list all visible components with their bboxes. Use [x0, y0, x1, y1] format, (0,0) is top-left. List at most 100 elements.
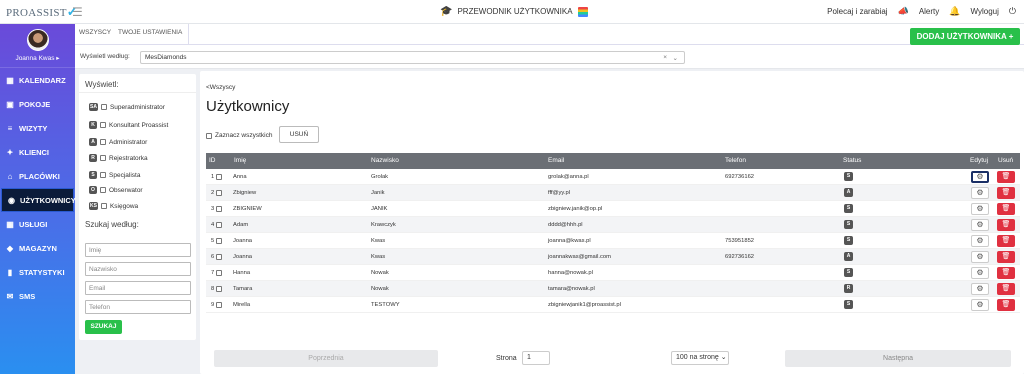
- tab-wszyscy[interactable]: WSZYSCY: [79, 29, 111, 36]
- trash-icon[interactable]: 🗑: [997, 187, 1015, 199]
- row-checkbox[interactable]: [216, 206, 222, 212]
- checkbox[interactable]: [100, 104, 107, 110]
- pagination: Poprzednia Strona 1 100 na stronę ⌄ Nast…: [206, 347, 1020, 369]
- building-icon: ⌂: [7, 171, 13, 181]
- menu-toggle-icon[interactable]: ☰: [72, 5, 83, 19]
- gear-icon[interactable]: ⚙: [971, 235, 989, 247]
- checkbox[interactable]: [100, 155, 106, 161]
- cell-email: joannakwas@gmail.com: [548, 254, 611, 260]
- gear-icon[interactable]: ⚙: [971, 299, 989, 311]
- app-logo[interactable]: PROASSIST✓: [6, 4, 78, 20]
- page-input[interactable]: 1: [522, 351, 550, 365]
- gear-icon[interactable]: ⚙: [971, 187, 989, 199]
- row-checkbox[interactable]: [216, 190, 222, 196]
- trash-icon[interactable]: 🗑: [997, 219, 1015, 231]
- bell-icon[interactable]: 🔔: [949, 6, 960, 17]
- sms-icon: ✉: [6, 291, 14, 301]
- gear-icon[interactable]: ⚙: [971, 283, 989, 295]
- delete-selected-button[interactable]: USUŃ: [279, 126, 319, 143]
- gear-icon[interactable]: ⚙: [971, 267, 989, 279]
- header-name[interactable]: Imię: [234, 157, 246, 164]
- row-checkbox[interactable]: [216, 222, 222, 228]
- status-badge: S: [844, 172, 853, 181]
- add-user-button[interactable]: DODAJ UŻYTKOWNIKA +: [910, 28, 1020, 45]
- avatar[interactable]: [26, 29, 49, 51]
- sidebar-item-sms[interactable]: ✉ SMS: [0, 284, 75, 308]
- row-checkbox[interactable]: [216, 286, 222, 292]
- profile-name[interactable]: Joanna Kwas ▸: [0, 54, 75, 62]
- next-page-button[interactable]: Następna: [785, 350, 1011, 367]
- sidebar-item-wizyty[interactable]: ≡ WIZYTY: [0, 116, 75, 140]
- display-title: Wyświetl:: [85, 80, 119, 89]
- cell-surname: JANIK: [371, 206, 388, 212]
- clear-icon[interactable]: ×: [663, 54, 667, 61]
- gear-icon[interactable]: ⚙: [971, 219, 989, 231]
- row-checkbox[interactable]: [216, 238, 222, 244]
- email-input[interactable]: Email: [85, 281, 191, 295]
- trash-icon[interactable]: 🗑: [997, 283, 1015, 295]
- sidebar-item-statystyki[interactable]: ▮ STATYSTYKI: [0, 260, 75, 284]
- gear-icon[interactable]: ⚙: [971, 203, 989, 215]
- sidebar-item-placowki[interactable]: ⌂ PLACÓWKI: [0, 164, 75, 188]
- filter-label: Wyświetl według:: [80, 53, 130, 60]
- filter-select[interactable]: MesDiamonds × ⌄: [140, 51, 685, 64]
- search-button[interactable]: SZUKAJ: [85, 320, 122, 334]
- checkbox[interactable]: [100, 172, 106, 178]
- sidebar-item-klienci[interactable]: ✦ KLIENCI: [0, 140, 75, 164]
- trash-icon[interactable]: 🗑: [997, 235, 1015, 247]
- checkbox[interactable]: [100, 139, 106, 145]
- checkbox[interactable]: [206, 132, 212, 139]
- profile[interactable]: Joanna Kwas ▸: [0, 24, 75, 68]
- refer-link[interactable]: Polecaj i zarabiaj: [827, 7, 887, 16]
- header-phone[interactable]: Telefon: [725, 157, 746, 164]
- role-filter-specjalista[interactable]: S Specjalista: [89, 171, 140, 179]
- role-filter-konsultant[interactable]: K Konsultant Proassist: [89, 121, 168, 129]
- sidebar-item-kalendarz[interactable]: ▦ KALENDARZ: [0, 68, 75, 92]
- trash-icon[interactable]: 🗑: [997, 171, 1015, 183]
- checkbox[interactable]: [100, 187, 106, 193]
- trash-icon[interactable]: 🗑: [997, 251, 1015, 263]
- sidebar-item-uslugi[interactable]: ▦ USŁUGI: [0, 212, 75, 236]
- user-guide-link[interactable]: 🎓 PRZEWODNIK UŻYTKOWNIKA: [440, 6, 588, 17]
- status-badge: S: [844, 220, 853, 229]
- select-all[interactable]: Zaznacz wszystkich: [206, 132, 272, 139]
- role-filter-administrator[interactable]: A Administrator: [89, 138, 147, 146]
- checkbox[interactable]: [100, 203, 107, 209]
- row-checkbox[interactable]: [216, 302, 222, 308]
- trash-icon[interactable]: 🗑: [997, 299, 1015, 311]
- gear-icon[interactable]: ⚙: [971, 171, 989, 183]
- chevron-down-icon[interactable]: ⌄: [673, 54, 678, 62]
- header-email[interactable]: Email: [548, 157, 564, 164]
- trash-icon[interactable]: 🗑: [997, 267, 1015, 279]
- trash-icon[interactable]: 🗑: [997, 203, 1015, 215]
- header-id[interactable]: ID: [209, 157, 216, 164]
- logout-icon[interactable]: ⏻: [1009, 6, 1016, 17]
- row-checkbox[interactable]: [216, 174, 222, 180]
- tab-twoje-ustawienia[interactable]: TWOJE USTAWIENIA: [118, 29, 182, 36]
- name-input[interactable]: Imię: [85, 243, 191, 257]
- per-page-select[interactable]: 100 na stronę ⌄: [671, 351, 729, 365]
- role-filter-rejestratorka[interactable]: R Rejestratorka: [89, 154, 148, 162]
- header-status[interactable]: Status: [843, 157, 861, 164]
- sidebar-item-pokoje[interactable]: ▣ POKOJE: [0, 92, 75, 116]
- row-checkbox[interactable]: [216, 254, 222, 260]
- checkbox[interactable]: [100, 122, 106, 128]
- logout-link[interactable]: Wyloguj: [970, 7, 998, 16]
- role-filter-superadmin[interactable]: SA Superadministrator: [89, 103, 165, 111]
- cell-name: Mirella: [233, 302, 251, 308]
- row-checkbox[interactable]: [216, 270, 222, 276]
- breadcrumb[interactable]: <Wszyscy: [206, 84, 235, 91]
- sidebar-item-uzytkownicy[interactable]: ◉ UŻYTKOWNICY: [1, 188, 76, 212]
- phone-input[interactable]: Telefon: [85, 300, 191, 314]
- header-surname[interactable]: Nazwisko: [371, 157, 399, 164]
- table-row: 4 Adam Krawczyk dddd@hhh.pl S ⚙ 🗑: [206, 217, 1020, 233]
- role-filter-ksiegowa[interactable]: KS Księgowa: [89, 202, 138, 210]
- prev-page-button[interactable]: Poprzednia: [214, 350, 438, 367]
- surname-input[interactable]: Nazwisko: [85, 262, 191, 276]
- cell-id: 7: [211, 270, 215, 276]
- gear-icon[interactable]: ⚙: [971, 251, 989, 263]
- grid-icon: ▦: [6, 219, 14, 229]
- sidebar-item-magazyn[interactable]: ◆ MAGAZYN: [0, 236, 75, 260]
- role-filter-obserwator[interactable]: O Obserwator: [89, 186, 143, 194]
- alerts-link[interactable]: Alerty: [919, 7, 939, 16]
